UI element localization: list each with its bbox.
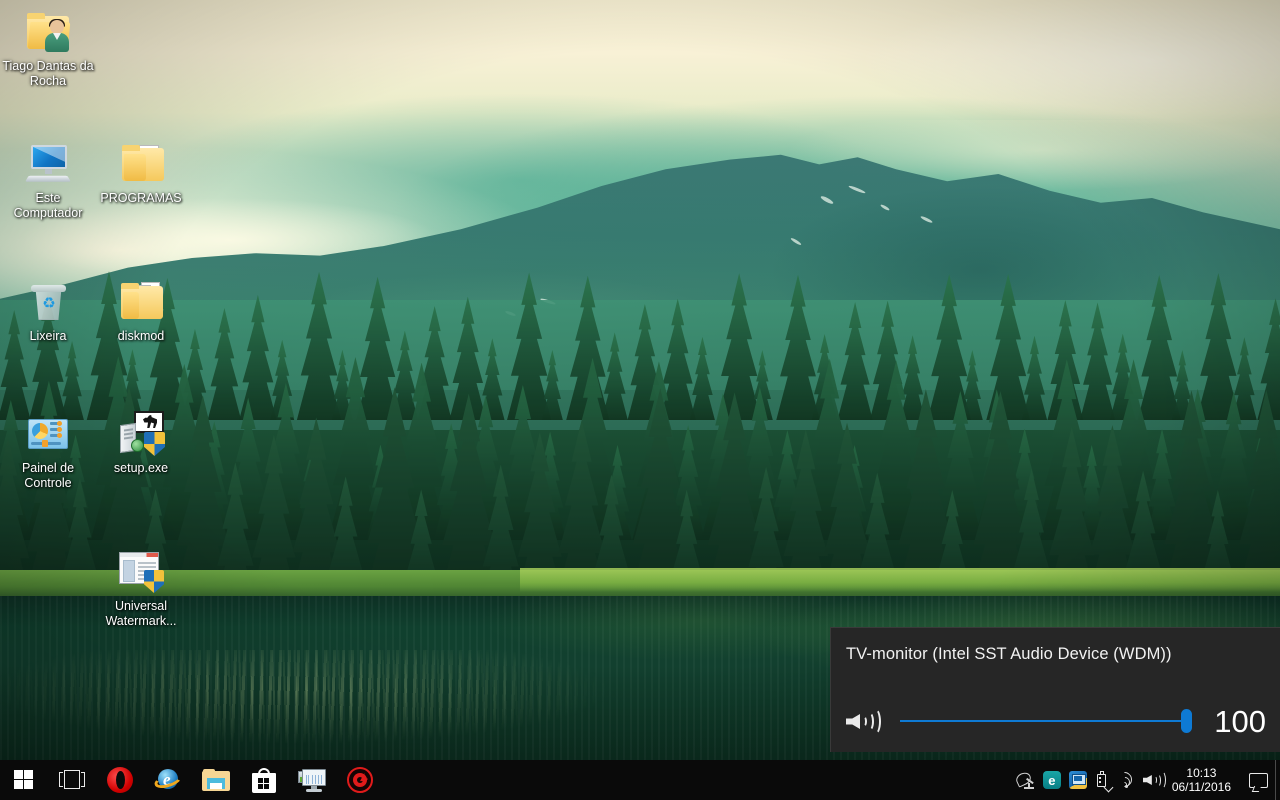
desktop-icon-programas[interactable]: PROGRAMAS xyxy=(95,140,187,206)
desktop-icon-setup-exe[interactable]: setup.exe xyxy=(95,410,187,476)
folder-documents-icon xyxy=(117,140,165,188)
volume-device-title: TV-monitor (Intel SST Audio Device (WDM)… xyxy=(846,645,1172,663)
speaker-volume-icon[interactable] xyxy=(846,708,886,738)
control-panel-icon xyxy=(24,410,72,458)
volume-slider-thumb[interactable] xyxy=(1181,709,1192,733)
folder-files-icon xyxy=(117,278,165,326)
task-view-button[interactable] xyxy=(48,760,96,800)
taskbar-item-internet-explorer[interactable]: e xyxy=(144,760,192,800)
desktop-icon-label: Tiago Dantas da Rocha xyxy=(2,59,94,88)
internet-explorer-icon: e xyxy=(152,767,184,793)
driver-booster-icon xyxy=(347,767,373,793)
clock-time: 10:13 xyxy=(1186,766,1217,780)
desktop-icon-lixeira[interactable]: ♻ Lixeira xyxy=(2,278,94,344)
desktop-root[interactable]: Tiago Dantas da Rocha Este Computador PR… xyxy=(0,0,1280,800)
eset-shield-icon: e xyxy=(1042,771,1061,789)
tray-icon-volume[interactable] xyxy=(1140,760,1166,800)
taskbar-item-file-explorer[interactable] xyxy=(192,760,240,800)
tray-icon-satellite-dish[interactable] xyxy=(1013,760,1039,800)
setup-executable-icon xyxy=(117,410,165,458)
usb-eject-icon xyxy=(1095,770,1114,792)
speaker-icon xyxy=(1142,771,1166,789)
taskbar-item-opera[interactable] xyxy=(96,760,144,800)
notification-bubble-icon xyxy=(1248,772,1268,788)
universal-watermark-icon xyxy=(117,548,165,596)
desktop-icon-universal-watermark[interactable]: Universal Watermark... xyxy=(95,548,187,629)
desktop-icon-label: Universal Watermark... xyxy=(105,599,177,628)
microsoft-store-icon xyxy=(252,767,276,793)
taskbar-item-driver-booster[interactable] xyxy=(336,760,384,800)
taskbar-item-performance-monitor[interactable] xyxy=(288,760,336,800)
desktop-icon-tiago-dantas-da-rocha[interactable]: Tiago Dantas da Rocha xyxy=(2,8,94,89)
taskbar-clock[interactable]: 10:13 06/11/2016 xyxy=(1166,760,1241,800)
show-desktop-button[interactable] xyxy=(1275,760,1280,800)
volume-slider[interactable] xyxy=(900,706,1192,736)
task-view-icon xyxy=(59,770,85,790)
user-folder-icon xyxy=(24,8,72,56)
this-pc-icon xyxy=(24,140,72,188)
intel-graphics-icon xyxy=(1068,771,1087,789)
performance-monitor-icon xyxy=(298,768,326,792)
recycle-bin-icon: ♻ xyxy=(24,278,72,326)
volume-level-value: 100 xyxy=(1214,703,1266,739)
desktop-icon-label: Painel de Controle xyxy=(21,461,75,490)
clock-date: 06/11/2016 xyxy=(1171,780,1231,794)
action-center-button[interactable] xyxy=(1241,760,1275,800)
satellite-dish-icon xyxy=(1014,769,1035,789)
desktop-icon-painel-de-controle[interactable]: Painel de Controle xyxy=(2,410,94,491)
tray-icon-safely-remove-hardware[interactable] xyxy=(1091,760,1114,800)
file-explorer-icon xyxy=(202,768,230,792)
desktop-icon-este-computador[interactable]: Este Computador xyxy=(2,140,94,221)
tray-icon-eset-security[interactable]: e xyxy=(1039,760,1065,800)
wifi-icon xyxy=(1114,768,1136,791)
tray-icon-intel-graphics[interactable] xyxy=(1065,760,1091,800)
system-tray[interactable]: e 10:13 06/11/2016 xyxy=(1013,760,1280,800)
desktop-icon-label: Lixeira xyxy=(29,329,67,343)
desktop-icon-label: PROGRAMAS xyxy=(100,191,182,205)
desktop-icon-label: setup.exe xyxy=(113,461,169,475)
desktop-icon-diskmod[interactable]: diskmod xyxy=(95,278,187,344)
taskbar-item-microsoft-store[interactable] xyxy=(240,760,288,800)
desktop-icon-label: Este Computador xyxy=(13,191,83,220)
start-button[interactable] xyxy=(0,760,48,800)
opera-icon xyxy=(107,767,133,793)
taskbar[interactable]: e e 10:13 06/11/2016 xyxy=(0,760,1280,800)
volume-slider-track xyxy=(900,720,1188,722)
volume-osd-panel[interactable]: TV-monitor (Intel SST Audio Device (WDM)… xyxy=(830,627,1280,752)
desktop-icon-label: diskmod xyxy=(117,329,165,343)
windows-start-icon xyxy=(14,770,34,790)
tray-icon-network[interactable] xyxy=(1114,760,1140,800)
